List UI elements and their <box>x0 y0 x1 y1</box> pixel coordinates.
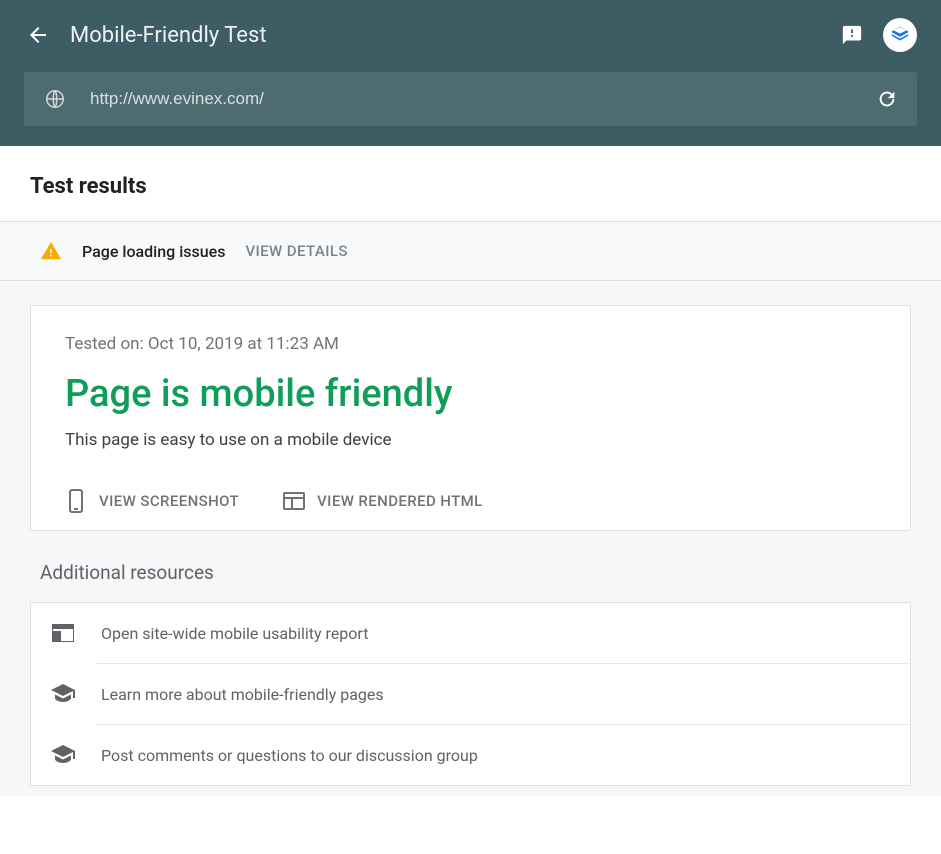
warning-icon <box>40 240 62 262</box>
issues-text: Page loading issues <box>82 242 225 261</box>
view-rendered-button[interactable]: VIEW RENDERED HTML <box>283 490 483 512</box>
globe-icon <box>42 86 68 112</box>
back-arrow-icon[interactable] <box>24 21 52 49</box>
additional-resources-heading: Additional resources <box>30 531 911 602</box>
results-heading: Test results <box>0 146 941 221</box>
verdict-title: Page is mobile friendly <box>65 372 876 416</box>
card-actions: VIEW SCREENSHOT VIEW RENDERED HTML <box>65 490 876 512</box>
feedback-icon[interactable] <box>839 22 865 48</box>
refresh-icon[interactable] <box>875 87 899 111</box>
resource-label: Learn more about mobile-friendly pages <box>101 685 384 704</box>
view-screenshot-label: VIEW SCREENSHOT <box>99 492 239 510</box>
app-title: Mobile-Friendly Test <box>70 23 839 48</box>
app-header: Mobile-Friendly Test <box>0 0 941 146</box>
resource-item-learn-more[interactable]: Learn more about mobile-friendly pages <box>31 664 910 724</box>
resource-item-discussion[interactable]: Post comments or questions to our discus… <box>31 725 910 785</box>
url-bar-container <box>0 62 941 146</box>
resource-item-usability-report[interactable]: Open site-wide mobile usability report <box>31 603 910 663</box>
school-icon <box>51 743 75 767</box>
view-screenshot-button[interactable]: VIEW SCREENSHOT <box>65 490 239 512</box>
web-icon <box>283 490 305 512</box>
smartphone-icon <box>65 490 87 512</box>
url-input[interactable] <box>90 89 875 109</box>
resource-list: Open site-wide mobile usability report L… <box>30 602 911 786</box>
url-bar <box>24 72 917 126</box>
result-body: Tested on: Oct 10, 2019 at 11:23 AM Page… <box>0 281 941 796</box>
view-rendered-label: VIEW RENDERED HTML <box>317 492 483 510</box>
header-top-row: Mobile-Friendly Test <box>0 0 941 62</box>
school-icon <box>51 682 75 706</box>
resource-label: Post comments or questions to our discus… <box>101 746 478 765</box>
view-details-link[interactable]: VIEW DETAILS <box>245 242 347 260</box>
resource-label: Open site-wide mobile usability report <box>101 624 368 643</box>
header-actions <box>839 18 917 52</box>
account-avatar[interactable] <box>883 18 917 52</box>
web-icon <box>51 621 75 645</box>
tested-on-text: Tested on: Oct 10, 2019 at 11:23 AM <box>65 334 876 354</box>
result-card: Tested on: Oct 10, 2019 at 11:23 AM Page… <box>30 305 911 531</box>
verdict-subtext: This page is easy to use on a mobile dev… <box>65 430 876 450</box>
issues-bar: Page loading issues VIEW DETAILS <box>0 221 941 281</box>
